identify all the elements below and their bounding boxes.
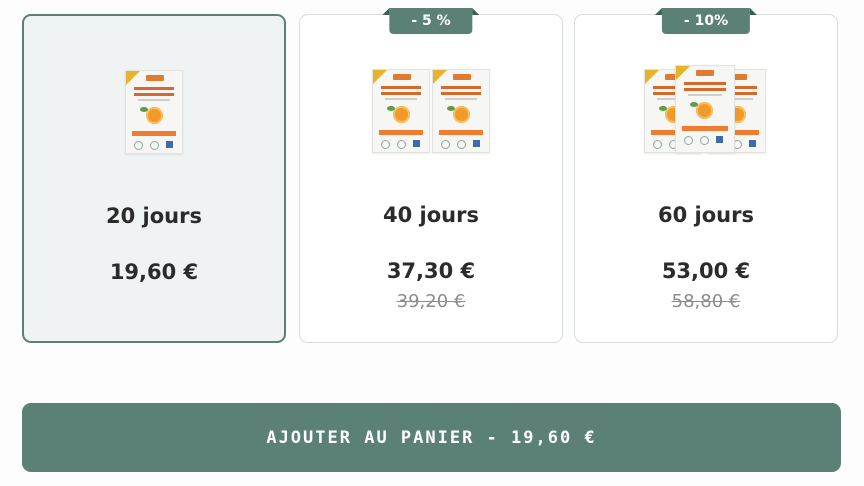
discount-badge: - 10% (654, 8, 758, 34)
offer-duration: 40 jours (383, 203, 479, 227)
offer-card-20-days[interactable]: 20 jours 19,60 € (22, 14, 286, 343)
product-image (575, 65, 837, 157)
product-image (24, 66, 284, 158)
product-image (300, 65, 562, 157)
product-box-icon (372, 69, 430, 153)
discount-badge: - 5 % (382, 8, 481, 34)
product-box-icon (125, 70, 183, 154)
add-to-cart-button[interactable]: AJOUTER AU PANIER - 19,60 € (22, 403, 841, 472)
offer-old-price: 58,80 € (671, 291, 741, 312)
product-box-icon (675, 65, 735, 153)
offer-duration: 60 jours (658, 203, 754, 227)
offer-card-40-days[interactable]: - 5 % 40 jours 37,30 € 39,20 € (299, 8, 563, 343)
offer-card-60-days[interactable]: - 10% 60 jours 53,00 € 58,80 € (574, 8, 838, 343)
offer-selector: 20 jours 19,60 € - 5 % 40 jours 37,30 € … (0, 0, 864, 486)
product-box-icon (432, 69, 490, 153)
offer-price: 53,00 € (661, 259, 751, 283)
offer-price: 37,30 € (386, 259, 476, 283)
offer-duration: 20 jours (106, 204, 202, 228)
offer-old-price: 39,20 € (396, 291, 466, 312)
offer-price: 19,60 € (109, 260, 199, 284)
